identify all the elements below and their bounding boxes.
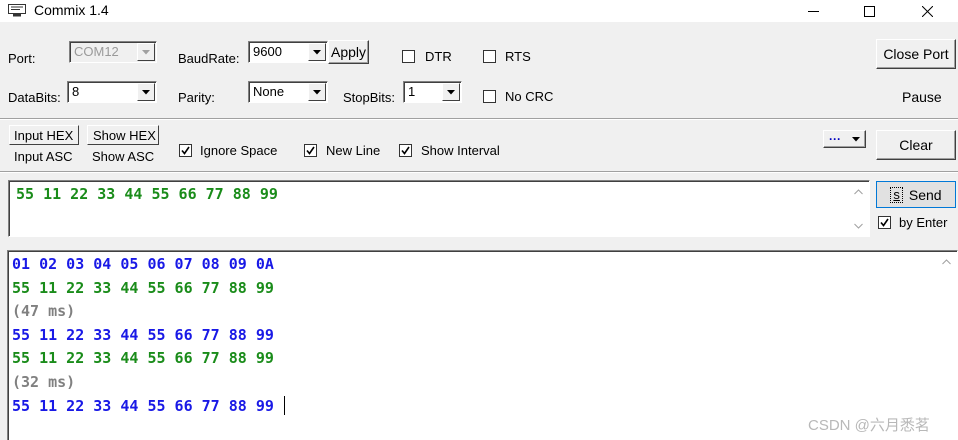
show-asc-label[interactable]: Show ASC bbox=[92, 149, 154, 164]
new-line-checkbox[interactable] bbox=[304, 144, 317, 157]
pause-button[interactable]: Pause bbox=[902, 89, 942, 105]
more-options-button[interactable]: ··· bbox=[823, 130, 866, 148]
log-line: 55 11 22 33 44 55 66 77 88 99 bbox=[12, 349, 274, 367]
input-hex-label[interactable]: Input HEX bbox=[14, 128, 73, 143]
chevron-down-icon[interactable] bbox=[137, 83, 155, 101]
databits-value: 8 bbox=[72, 84, 80, 99]
chevron-down-icon[interactable] bbox=[442, 83, 460, 101]
send-label: Send bbox=[908, 186, 942, 203]
baud-select[interactable]: 9600 bbox=[248, 41, 328, 63]
ignore-space-label: Ignore Space bbox=[200, 143, 278, 158]
log-line: (47 ms) bbox=[12, 302, 76, 320]
checkmark-icon bbox=[880, 218, 889, 227]
window-title: Commix 1.4 bbox=[34, 2, 109, 18]
input-asc-label[interactable]: Input ASC bbox=[14, 149, 73, 164]
databits-label: DataBits: bbox=[8, 90, 61, 105]
checkmark-icon bbox=[181, 146, 190, 155]
checkmark-icon bbox=[306, 146, 315, 155]
send-hotkey: s bbox=[890, 186, 903, 203]
new-line-label: New Line bbox=[326, 143, 381, 158]
show-hex-label[interactable]: Show HEX bbox=[93, 128, 156, 143]
log-line: (32 ms) bbox=[12, 372, 76, 391]
watermark: CSDN @六月悉茗 bbox=[808, 417, 930, 434]
log-line: 55 11 22 33 44 55 66 77 88 99 bbox=[12, 278, 274, 297]
port-value: COM12 bbox=[74, 44, 119, 59]
log-line: 55 11 22 33 44 55 66 77 88 99 bbox=[12, 396, 285, 415]
no-crc-label: No CRC bbox=[505, 89, 554, 104]
by-enter-label: by Enter bbox=[899, 215, 948, 230]
show-interval-checkbox[interactable] bbox=[399, 144, 412, 157]
maximize-icon bbox=[863, 5, 875, 17]
port-label: Port: bbox=[8, 51, 36, 66]
dtr-label: DTR bbox=[425, 49, 452, 64]
separator bbox=[0, 171, 958, 173]
app-icon bbox=[8, 4, 26, 17]
databits-select[interactable]: 8 bbox=[67, 81, 157, 103]
log-line: 01 02 03 04 05 06 07 08 09 0A bbox=[12, 255, 274, 273]
send-scrollbar[interactable] bbox=[850, 183, 867, 234]
close-port-button[interactable]: Close Port bbox=[876, 39, 956, 69]
chevron-down-icon[interactable] bbox=[137, 43, 155, 61]
parity-label: Parity: bbox=[178, 90, 215, 105]
rts-checkbox[interactable] bbox=[483, 50, 496, 63]
parity-select[interactable]: None bbox=[248, 81, 328, 103]
scroll-up-icon[interactable] bbox=[938, 253, 955, 270]
stopbits-select[interactable]: 1 bbox=[403, 81, 462, 103]
stopbits-value: 1 bbox=[408, 84, 416, 99]
close-button[interactable] bbox=[904, 0, 950, 22]
minimize-icon bbox=[807, 10, 819, 12]
chevron-down-icon[interactable] bbox=[308, 43, 326, 61]
more-label: ··· bbox=[829, 132, 841, 146]
chevron-down-icon bbox=[852, 137, 860, 142]
text-caret bbox=[283, 396, 285, 415]
output-scrollbar[interactable] bbox=[938, 253, 955, 439]
send-input[interactable]: 55 11 22 33 44 55 66 77 88 99 bbox=[8, 180, 870, 237]
minimize-button[interactable] bbox=[790, 0, 836, 22]
scroll-up-icon[interactable] bbox=[850, 183, 867, 200]
chevron-down-icon[interactable] bbox=[308, 83, 326, 101]
parity-value: None bbox=[253, 84, 285, 99]
checkmark-icon bbox=[401, 146, 410, 155]
port-select[interactable]: COM12 bbox=[69, 41, 157, 63]
baud-value: 9600 bbox=[253, 44, 282, 59]
by-enter-checkbox[interactable] bbox=[878, 216, 891, 229]
stopbits-label: StopBits: bbox=[343, 90, 396, 105]
output-log[interactable]: 01 02 03 04 05 06 07 08 09 0A 55 11 22 33… bbox=[7, 250, 958, 440]
baud-label: BaudRate: bbox=[178, 51, 240, 66]
apply-button[interactable]: Apply bbox=[328, 40, 369, 64]
separator bbox=[0, 118, 958, 120]
send-input-text[interactable]: 55 11 22 33 44 55 66 77 88 99 bbox=[16, 185, 278, 203]
maximize-button[interactable] bbox=[846, 0, 892, 22]
close-icon bbox=[921, 5, 933, 17]
title-bar: Commix 1.4 bbox=[0, 0, 958, 22]
clear-button[interactable]: Clear bbox=[876, 130, 956, 160]
ignore-space-checkbox[interactable] bbox=[179, 144, 192, 157]
show-interval-label: Show Interval bbox=[421, 143, 500, 158]
output-lines: 01 02 03 04 05 06 07 08 09 0A 55 11 22 33… bbox=[12, 255, 912, 435]
send-button[interactable]: s Send bbox=[876, 181, 956, 208]
log-line: 55 11 22 33 44 55 66 77 88 99 bbox=[12, 325, 274, 344]
no-crc-checkbox[interactable] bbox=[483, 90, 496, 103]
rts-label: RTS bbox=[505, 49, 531, 64]
scroll-down-icon[interactable] bbox=[850, 217, 867, 234]
dtr-checkbox[interactable] bbox=[402, 50, 415, 63]
